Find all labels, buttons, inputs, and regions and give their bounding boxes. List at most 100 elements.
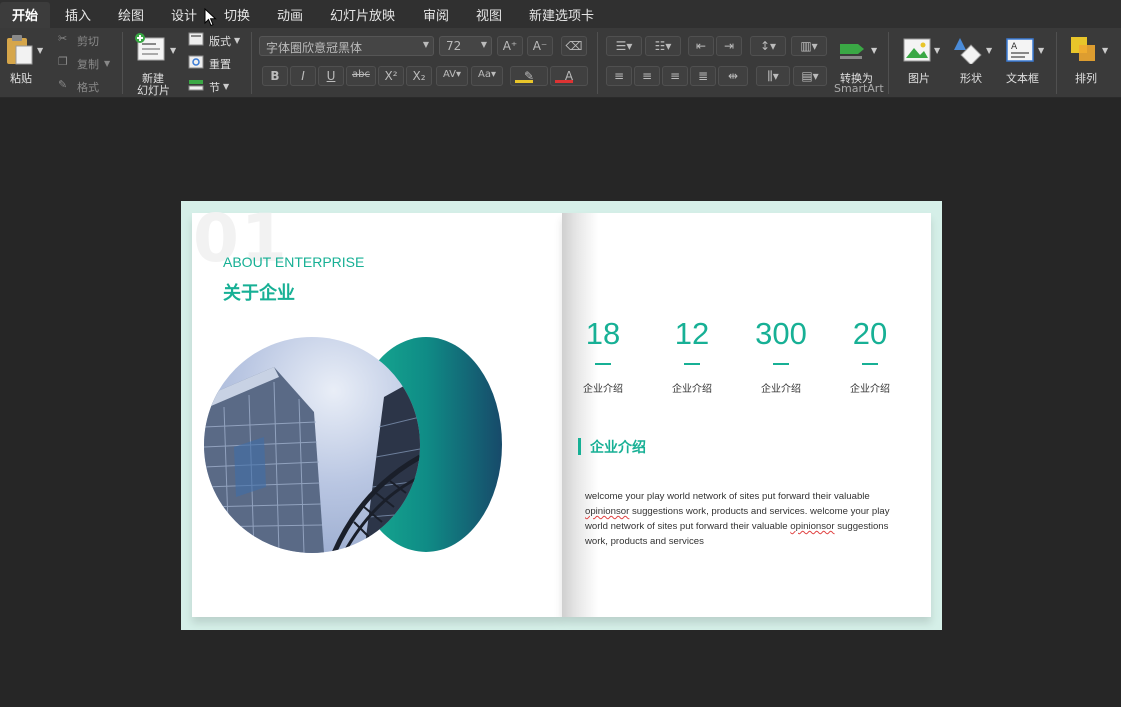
tab-view[interactable]: 视图 (476, 5, 502, 24)
about-title-chinese[interactable]: 关于企业 (223, 279, 295, 305)
copy-button[interactable]: 复制 (77, 56, 99, 72)
picture-label[interactable]: 图片 (908, 70, 930, 86)
increase-indent-button[interactable]: ⇥ (716, 36, 742, 56)
change-case-button[interactable]: Aa▾ (471, 66, 503, 86)
stat-value[interactable]: 300 (736, 316, 826, 352)
new-slide-icon[interactable] (134, 32, 166, 62)
picture-icon[interactable] (903, 38, 931, 62)
mouse-cursor-icon (204, 8, 217, 27)
paste-icon[interactable] (4, 34, 34, 66)
stat-value[interactable]: 12 (647, 316, 737, 352)
grow-font-icon: A⁺ (502, 39, 518, 53)
section-button[interactable]: 节 (209, 79, 220, 95)
align-text-button[interactable]: ▤▾ (793, 66, 827, 86)
numbering-button[interactable]: ☷▾ (645, 36, 681, 56)
font-name-select[interactable]: 字体圈欣意冠黑体 ▼ (259, 36, 434, 56)
tab-new[interactable]: 新建选项卡 (529, 5, 594, 24)
stat-value[interactable]: 18 (558, 316, 648, 352)
text-direction-icon: ⫼▾ (767, 69, 779, 83)
subscript-icon: X₂ (412, 69, 426, 83)
copy-dropdown-icon[interactable]: ▼ (104, 59, 110, 68)
subscript-button[interactable]: X₂ (406, 66, 432, 86)
layout-dropdown-icon[interactable]: ▼ (234, 36, 240, 45)
align-text-icon: ▤▾ (801, 69, 819, 83)
tab-home[interactable]: 开始 (0, 2, 51, 30)
strikethrough-icon: abc (352, 69, 370, 80)
stat-divider (684, 363, 700, 365)
textbox-label[interactable]: 文本框 (1006, 70, 1039, 86)
cut-icon: ✂ (58, 32, 68, 45)
align-right-button[interactable]: ≡ (662, 66, 688, 86)
decrease-indent-button[interactable]: ⇤ (688, 36, 714, 56)
smartart-icon[interactable] (838, 38, 868, 60)
cut-button[interactable]: 剪切 (77, 33, 99, 49)
char-spacing-button[interactable]: AV▾ (436, 66, 468, 86)
tab-animations[interactable]: 动画 (277, 5, 303, 24)
smartart-dropdown-icon[interactable]: ▼ (871, 46, 877, 55)
reset-button[interactable]: 重置 (209, 56, 231, 72)
text-direction-button[interactable]: ⫼▾ (756, 66, 790, 86)
picture-dropdown-icon[interactable]: ▼ (934, 46, 940, 55)
page-fold-shadow (562, 213, 598, 617)
clear-format-button[interactable]: ⌫ (561, 36, 587, 56)
arrange-icon[interactable] (1070, 36, 1098, 64)
body-paragraph[interactable]: welcome your play world network of sites… (585, 489, 910, 549)
font-name-value: 字体圈欣意冠黑体 (266, 41, 363, 55)
tab-review[interactable]: 审阅 (423, 5, 449, 24)
section-dropdown-icon[interactable]: ▼ (223, 82, 229, 91)
justify-button[interactable]: ≣ (690, 66, 716, 86)
bold-button[interactable]: B (262, 66, 288, 86)
textbox-dropdown-icon[interactable]: ▼ (1038, 46, 1044, 55)
stat-value[interactable]: 20 (825, 316, 915, 352)
tab-draw[interactable]: 绘图 (118, 5, 144, 24)
bullets-button[interactable]: ☰▾ (606, 36, 642, 56)
stat-label[interactable]: 企业介绍 (825, 380, 915, 395)
tab-insert[interactable]: 插入 (65, 5, 91, 24)
arrange-dropdown-icon[interactable]: ▼ (1102, 46, 1108, 55)
shapes-dropdown-icon[interactable]: ▼ (986, 46, 992, 55)
align-center-button[interactable]: ≡ (634, 66, 660, 86)
building-photo[interactable] (204, 337, 420, 553)
divider (888, 32, 889, 94)
superscript-button[interactable]: X² (378, 66, 404, 86)
strikethrough-button[interactable]: abc (346, 66, 376, 86)
shapes-label[interactable]: 形状 (960, 70, 982, 86)
stat-label[interactable]: 企业介绍 (647, 380, 737, 395)
format-painter-button[interactable]: 格式 (77, 79, 99, 95)
line-spacing-button[interactable]: ↕▾ (750, 36, 786, 56)
new-slide-dropdown-icon[interactable]: ▼ (170, 46, 176, 55)
font-color-button[interactable]: A (550, 66, 588, 86)
new-slide-label-2[interactable]: 幻灯片 (137, 82, 170, 98)
shapes-icon[interactable] (954, 36, 982, 64)
italic-button[interactable]: I (290, 66, 316, 86)
font-size-select[interactable]: 72 ▼ (439, 36, 492, 56)
textbox-icon[interactable]: A (1006, 38, 1034, 62)
section-icon (188, 80, 204, 91)
distribute-button[interactable]: ⇹ (718, 66, 748, 86)
copy-icon: ❐ (58, 55, 68, 68)
underline-button[interactable]: U (318, 66, 344, 86)
tab-slideshow[interactable]: 幻灯片放映 (330, 5, 395, 24)
columns-button[interactable]: ▥▾ (791, 36, 827, 56)
shrink-font-button[interactable]: A⁻ (527, 36, 553, 56)
divider (251, 32, 252, 94)
paste-label[interactable]: 粘贴 (10, 70, 32, 86)
justify-icon: ≣ (697, 69, 709, 83)
grow-font-button[interactable]: A⁺ (497, 36, 523, 56)
layout-button[interactable]: 版式 (209, 33, 231, 49)
highlight-button[interactable]: ✎ (510, 66, 548, 86)
section-title[interactable]: 企业介绍 (590, 437, 646, 457)
stat-label[interactable]: 企业介绍 (558, 380, 648, 395)
building-photo-illustration (204, 367, 420, 553)
font-name-dropdown-icon: ▼ (422, 40, 429, 49)
tab-transitions[interactable]: 切换 (224, 5, 250, 24)
stat-divider (595, 363, 611, 365)
align-left-button[interactable]: ≡ (606, 66, 632, 86)
about-title-english[interactable]: ABOUT ENTERPRISE (223, 254, 364, 270)
numbering-icon: ☷▾ (654, 39, 672, 53)
convert-smartart-label-2[interactable]: SmartArt (834, 82, 884, 95)
tab-design[interactable]: 设计 (171, 5, 197, 24)
stat-label[interactable]: 企业介绍 (736, 380, 826, 395)
paste-dropdown-icon[interactable]: ▼ (37, 46, 43, 55)
arrange-label[interactable]: 排列 (1075, 70, 1097, 86)
